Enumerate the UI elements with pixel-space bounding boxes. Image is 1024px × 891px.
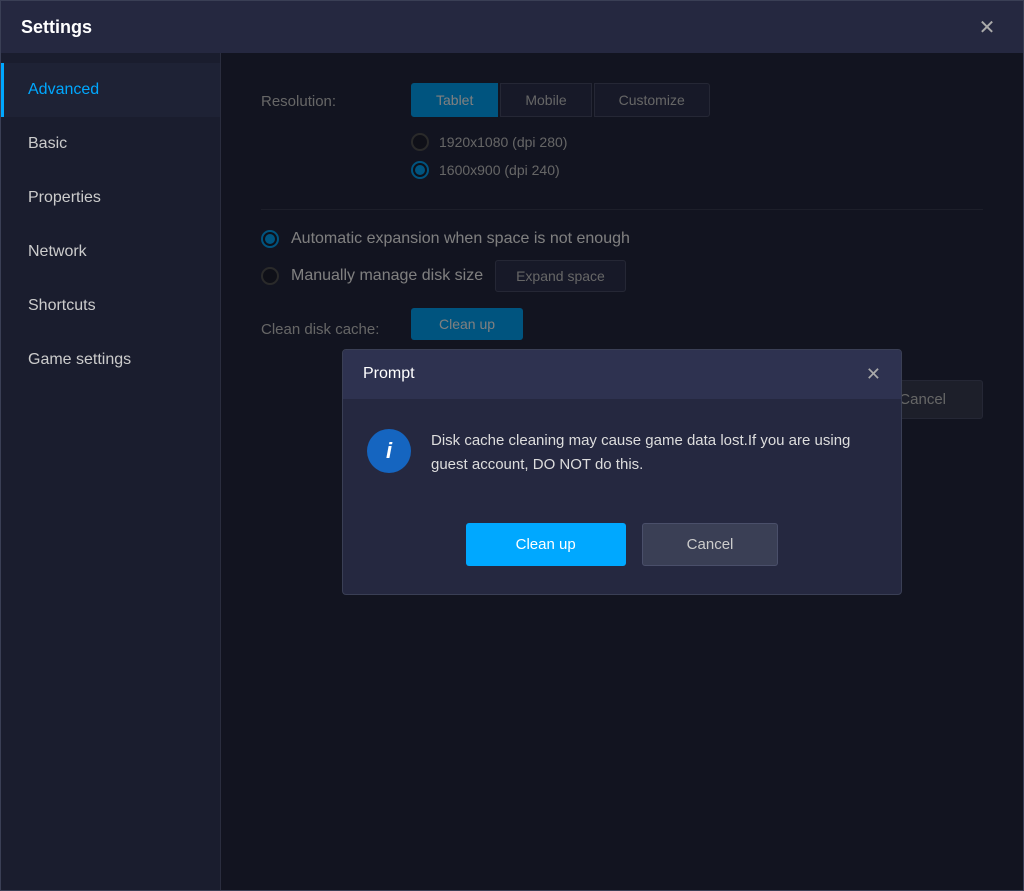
prompt-cancel-button[interactable]: Cancel: [642, 523, 779, 566]
sidebar-item-shortcuts[interactable]: Shortcuts: [1, 279, 220, 333]
content-area: Advanced Basic Properties Network Shortc…: [1, 53, 1023, 890]
prompt-close-button[interactable]: ✕: [866, 364, 881, 385]
window-title: Settings: [21, 17, 92, 38]
window-close-button[interactable]: ✕: [971, 11, 1003, 43]
sidebar-item-advanced[interactable]: Advanced: [1, 63, 220, 117]
sidebar-item-network[interactable]: Network: [1, 225, 220, 279]
sidebar-item-properties[interactable]: Properties: [1, 171, 220, 225]
prompt-title: Prompt: [363, 365, 415, 383]
title-bar: Settings ✕: [1, 1, 1023, 53]
sidebar: Advanced Basic Properties Network Shortc…: [1, 53, 221, 890]
prompt-overlay: Prompt ✕ i Disk cache cleaning may cause…: [221, 53, 1023, 890]
prompt-cleanup-button[interactable]: Clean up: [466, 523, 626, 566]
main-panel: Resolution: Tablet Mobile Customize 1920…: [221, 53, 1023, 890]
sidebar-item-game-settings[interactable]: Game settings: [1, 333, 220, 387]
prompt-actions: Clean up Cancel: [343, 507, 901, 594]
info-icon: i: [367, 429, 411, 473]
sidebar-item-basic[interactable]: Basic: [1, 117, 220, 171]
prompt-title-bar: Prompt ✕: [343, 350, 901, 399]
prompt-message: Disk cache cleaning may cause game data …: [431, 429, 877, 477]
settings-window: Settings ✕ Advanced Basic Properties Net…: [0, 0, 1024, 891]
prompt-body: i Disk cache cleaning may cause game dat…: [343, 399, 901, 507]
prompt-dialog: Prompt ✕ i Disk cache cleaning may cause…: [342, 349, 902, 595]
